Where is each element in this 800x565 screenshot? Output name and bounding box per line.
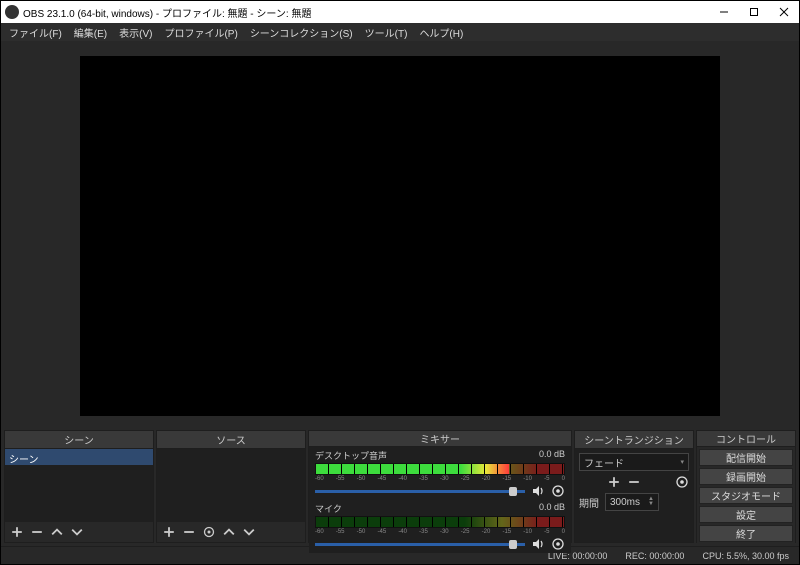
speaker-icon[interactable] — [531, 537, 545, 551]
add-source-button[interactable] — [163, 526, 175, 538]
gear-icon[interactable] — [551, 484, 565, 498]
maximize-button[interactable] — [739, 1, 769, 23]
scene-down-button[interactable] — [71, 526, 83, 538]
titlebar: OBS 23.1.0 (64-bit, windows) - プロファイル: 無… — [1, 1, 799, 23]
scene-item[interactable]: シーン — [5, 449, 153, 465]
add-transition-button[interactable] — [608, 476, 620, 488]
controls-panel: コントロール 配信開始 録画開始 スタジオモード 設定 終了 — [696, 430, 796, 543]
app-window: OBS 23.1.0 (64-bit, windows) - プロファイル: 無… — [0, 0, 800, 565]
app-icon — [5, 5, 19, 19]
controls-body: 配信開始 録画開始 スタジオモード 設定 終了 — [697, 447, 795, 544]
mixer-track-desktop: デスクトップ音声 0.0 dB -60-55-50-45-40-35-30-25… — [309, 447, 571, 500]
mixer-track-db: 0.0 dB — [539, 449, 565, 462]
vu-scale: -60-55-50-45-40-35-30-25-20-15-10-50 — [315, 476, 565, 482]
transitions-body: フェード ▾ 期間 300ms ▲▼ — [575, 449, 693, 542]
controls-header: コントロール — [697, 431, 795, 447]
duration-label: 期間 — [579, 495, 599, 510]
menu-scene-collection[interactable]: シーンコレクション(S) — [244, 25, 359, 40]
exit-button[interactable]: 終了 — [699, 525, 793, 542]
sources-toolbar — [157, 522, 305, 542]
menu-profile[interactable]: プロファイル(P) — [158, 25, 243, 40]
mixer-track-name: マイク — [315, 502, 342, 515]
source-properties-button[interactable] — [203, 526, 215, 538]
scenes-toolbar — [5, 522, 153, 542]
transition-selected: フェード — [584, 455, 624, 470]
status-rec: REC: 00:00:00 — [625, 551, 684, 561]
start-recording-button[interactable]: 録画開始 — [699, 468, 793, 485]
minimize-button[interactable] — [709, 1, 739, 23]
duration-value: 300ms — [610, 497, 640, 508]
menu-file[interactable]: ファイル(F) — [3, 25, 68, 40]
transition-select[interactable]: フェード ▾ — [579, 453, 689, 471]
add-scene-button[interactable] — [11, 526, 23, 538]
vu-meter — [315, 516, 565, 528]
settings-button[interactable]: 設定 — [699, 506, 793, 523]
menu-help[interactable]: ヘルプ(H) — [413, 25, 469, 40]
mixer-track-db: 0.0 dB — [539, 502, 565, 515]
menubar: ファイル(F) 編集(E) 表示(V) プロファイル(P) シーンコレクション(… — [1, 23, 799, 41]
speaker-icon[interactable] — [531, 484, 545, 498]
preview-canvas[interactable] — [80, 56, 720, 416]
window-buttons — [709, 1, 799, 23]
volume-slider[interactable] — [315, 543, 525, 546]
menu-view[interactable]: 表示(V) — [113, 25, 158, 40]
chevron-down-icon: ▾ — [680, 458, 684, 466]
sources-header: ソース — [157, 431, 305, 449]
close-button[interactable] — [769, 1, 799, 23]
transitions-header: シーントランジション — [575, 431, 693, 449]
titlebar-text: OBS 23.1.0 (64-bit, windows) - プロファイル: 無… — [23, 5, 709, 20]
remove-scene-button[interactable] — [31, 526, 43, 538]
mixer-header: ミキサー — [309, 431, 571, 447]
menu-edit[interactable]: 編集(E) — [68, 25, 113, 40]
mixer-track-name: デスクトップ音声 — [315, 449, 387, 462]
studio-mode-button[interactable]: スタジオモード — [699, 487, 793, 504]
scenes-panel: シーン シーン — [4, 430, 154, 543]
panels-row: シーン シーン ソース ミキサー — [1, 430, 799, 546]
remove-source-button[interactable] — [183, 526, 195, 538]
scenes-header: シーン — [5, 431, 153, 449]
start-streaming-button[interactable]: 配信開始 — [699, 449, 793, 466]
preview-area — [1, 41, 799, 430]
mixer-body: デスクトップ音声 0.0 dB -60-55-50-45-40-35-30-25… — [309, 447, 571, 553]
menu-tools[interactable]: ツール(T) — [359, 25, 414, 40]
spinner-arrows[interactable]: ▲▼ — [648, 497, 654, 507]
transitions-panel: シーントランジション フェード ▾ 期間 300ms — [574, 430, 694, 543]
sources-list[interactable] — [157, 449, 305, 522]
status-cpu: CPU: 5.5%, 30.00 fps — [702, 551, 789, 561]
mixer-track-mic: マイク 0.0 dB -60-55-50-45-40-35-30-25-20-1… — [309, 500, 571, 553]
source-up-button[interactable] — [223, 526, 235, 538]
volume-slider[interactable] — [315, 490, 525, 493]
gear-icon[interactable] — [675, 475, 689, 489]
mixer-panel: ミキサー デスクトップ音声 0.0 dB -60-55-50-45-40-35-… — [308, 430, 572, 543]
gear-icon[interactable] — [551, 537, 565, 551]
sources-panel: ソース — [156, 430, 306, 543]
source-down-button[interactable] — [243, 526, 255, 538]
scene-up-button[interactable] — [51, 526, 63, 538]
scenes-list[interactable]: シーン — [5, 449, 153, 522]
vu-meter — [315, 463, 565, 475]
remove-transition-button[interactable] — [628, 476, 640, 488]
vu-scale: -60-55-50-45-40-35-30-25-20-15-10-50 — [315, 529, 565, 535]
duration-input[interactable]: 300ms ▲▼ — [605, 493, 659, 511]
